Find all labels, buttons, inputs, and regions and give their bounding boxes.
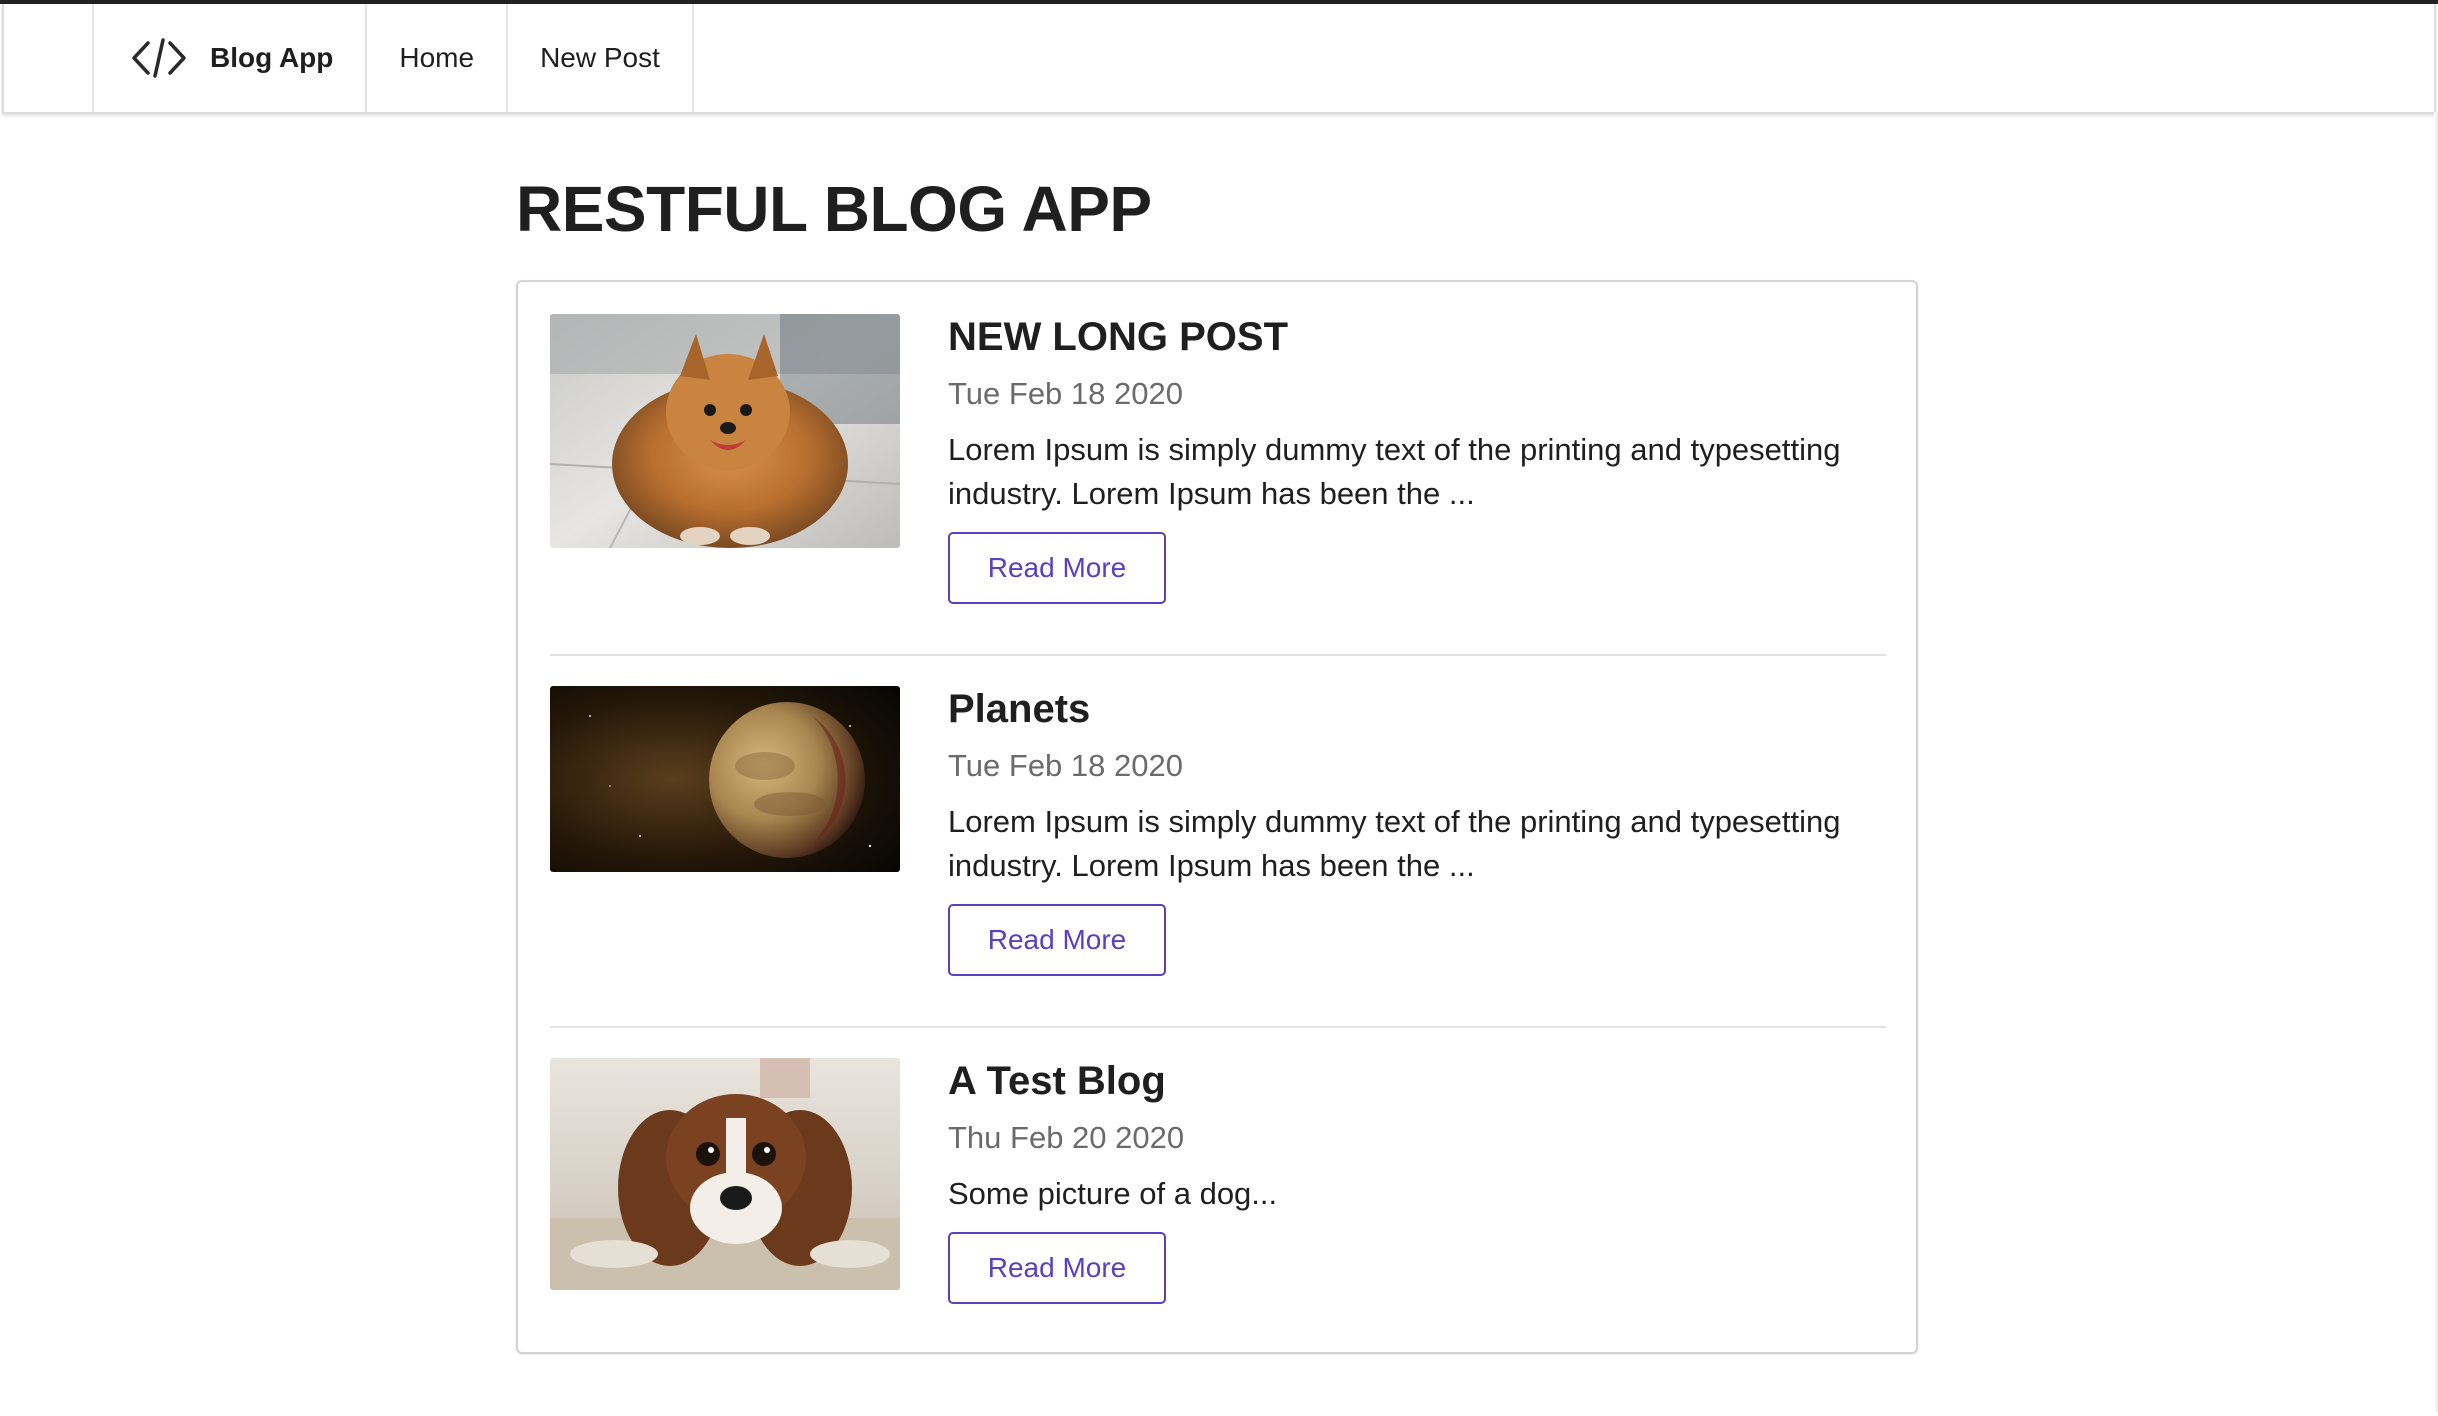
nav-home-label: Home	[399, 42, 475, 73]
read-more-button[interactable]: Read More	[948, 904, 1166, 976]
pomeranian-dog-photo	[550, 314, 900, 548]
navbar-spacer	[4, 4, 94, 112]
post-item: NEW LONG POST Tue Feb 18 2020 Lorem Ipsu…	[550, 314, 1886, 614]
window-right-edge	[2434, 112, 2438, 1412]
nav-brand-label: Blog App	[210, 42, 334, 73]
post-excerpt: Lorem Ipsum is simply dummy text of the …	[948, 804, 1841, 883]
nav-new-post-label: New Post	[540, 42, 660, 73]
post-date: Thu Feb 20 2020	[948, 1120, 1185, 1155]
top-navbar: Blog App Home New Post	[2, 4, 2436, 114]
post-title[interactable]: NEW LONG POST	[948, 314, 1868, 360]
post-image-spaniel[interactable]	[550, 1058, 900, 1290]
post-date: Tue Feb 18 2020	[948, 376, 1183, 411]
post-item: Planets Tue Feb 18 2020 Lorem Ipsum is s…	[550, 686, 1886, 986]
read-more-button[interactable]: Read More	[948, 532, 1166, 604]
post-title[interactable]: Planets	[948, 686, 1868, 732]
post-date: Tue Feb 18 2020	[948, 748, 1183, 783]
post-divider	[550, 654, 1886, 656]
post-item: A Test Blog Thu Feb 20 2020 Some picture…	[550, 1058, 1886, 1318]
posts-list-container: NEW LONG POST Tue Feb 18 2020 Lorem Ipsu…	[516, 280, 1918, 1354]
spaniel-dog-photo	[550, 1058, 900, 1290]
post-content: Planets Tue Feb 18 2020 Lorem Ipsum is s…	[948, 686, 1868, 976]
post-content: A Test Blog Thu Feb 20 2020 Some picture…	[948, 1058, 1868, 1304]
page-title: RESTFUL BLOG APP	[516, 173, 1152, 245]
nav-home-link[interactable]: Home	[367, 4, 509, 112]
post-image-pomeranian[interactable]	[550, 314, 900, 548]
post-image-planet[interactable]	[550, 686, 900, 872]
nav-new-post-link[interactable]: New Post	[508, 4, 694, 112]
planet-in-space-photo	[550, 686, 900, 872]
post-excerpt: Lorem Ipsum is simply dummy text of the …	[948, 432, 1841, 511]
read-more-button[interactable]: Read More	[948, 1232, 1166, 1304]
post-content: NEW LONG POST Tue Feb 18 2020 Lorem Ipsu…	[948, 314, 1868, 604]
post-title[interactable]: A Test Blog	[948, 1058, 1868, 1104]
post-divider	[550, 1026, 1886, 1028]
post-excerpt: Some picture of a dog...	[948, 1176, 1278, 1211]
code-icon	[132, 38, 186, 78]
nav-brand-link[interactable]: Blog App	[94, 4, 368, 112]
